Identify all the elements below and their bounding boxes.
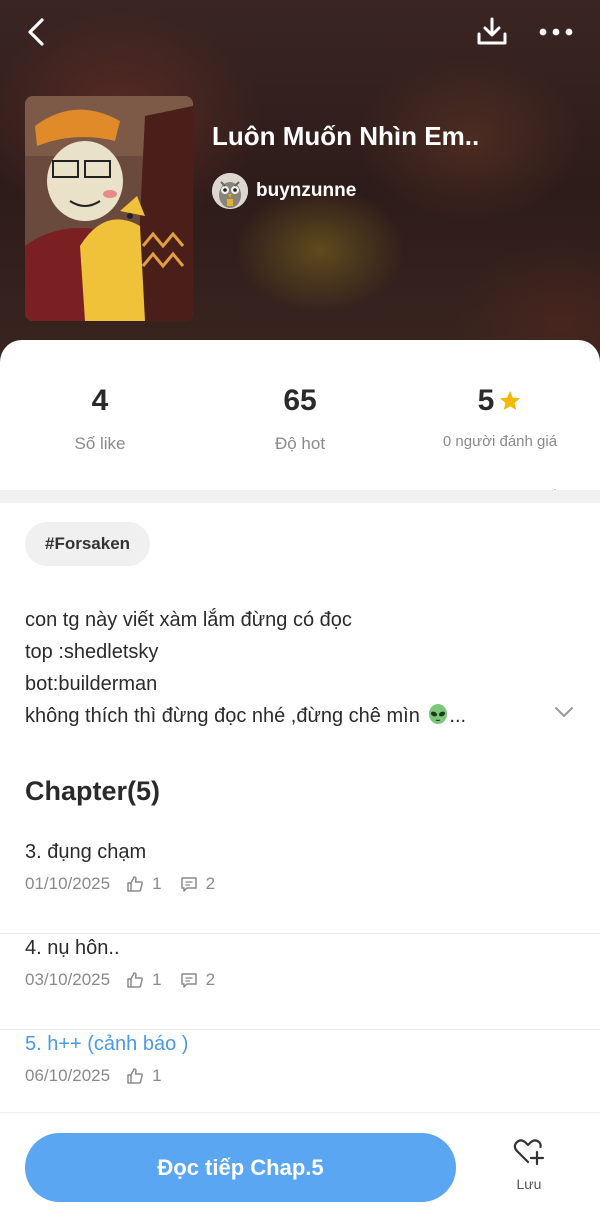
hot-stat: 65 Độ hot [200,380,400,454]
bottom-action-bar: Đọc tiếp Chap.5 Lưu [0,1112,600,1217]
thumbs-up-icon [127,1068,143,1084]
save-button[interactable]: Lưu [498,1137,560,1201]
back-button[interactable] [18,14,54,50]
comment-icon [180,877,197,892]
owl-avatar-icon [212,173,248,209]
rating-count-label: 0 người đánh giá [442,433,558,450]
alien-emoji-icon [427,703,449,735]
stats-row: 4 Số like 65 Độ hot 5 0 người đánh giá [0,380,600,501]
chapter-title: 4. nụ hôn.. [25,937,120,959]
chapter-meta: 01/10/2025 1 2 [25,872,215,896]
chapter-likes: 1 [126,1066,162,1086]
likes-stat: 4 Số like [0,380,200,454]
hot-count: 65 [283,384,317,417]
rating-value: 5 [477,384,495,417]
chapter-likes: 1 [126,874,162,894]
save-label: Lưu [516,1176,542,1192]
description-line-last: không thích thì đừng đọc nhé ,đừng chê m… [25,700,525,735]
thumbs-up-icon [127,972,143,988]
cover-image[interactable] [25,96,193,321]
story-description: con tg này viết xàm lắm đừng có đọc top … [25,604,525,735]
chapter-meta: 03/10/2025 1 2 [25,968,215,992]
chapter-like-count: 1 [152,874,162,893]
hero-header: Luôn Muốn Nhìn Em.. buynzunne [0,0,600,380]
chapter-date: 01/10/2025 [25,874,111,893]
rating-stat[interactable]: 5 0 người đánh giá [400,380,600,451]
likes-label: Số like [74,434,126,453]
chapter-list-heading: Chapter(5) [25,776,161,806]
chapter-title: 3. đụng chạm [25,841,147,863]
story-title: Luôn Muốn Nhìn Em.. [212,121,480,151]
section-divider [0,490,600,503]
chapter-date: 06/10/2025 [25,1066,111,1085]
heart-plus-icon [513,1139,545,1166]
rating-value-row: 5 [400,380,600,422]
chapter-like-count: 1 [152,1066,162,1085]
chapter-comments: 2 [180,874,215,894]
author-name: buynzunne [256,180,357,201]
hot-label: Độ hot [274,434,326,453]
thumbs-up-icon [127,876,143,892]
chapter-likes: 1 [126,970,162,990]
description-line: bot:builderman [25,673,158,695]
download-button[interactable] [472,12,512,52]
more-dots-icon [539,28,573,36]
description-ellipsis: ... [449,705,467,727]
cover-artwork [25,96,193,321]
download-icon [477,17,507,45]
description-line: top :shedletsky [25,641,159,663]
likes-count: 4 [91,384,109,417]
top-bar [0,0,600,66]
chapter-date: 03/10/2025 [25,970,111,989]
author-link[interactable]: buynzunne [212,172,356,210]
description-line-text: không thích thì đừng đọc nhé ,đừng chê m… [25,705,420,727]
expand-chevron-icon[interactable] [552,705,576,719]
chapter-like-count: 1 [152,970,162,989]
back-arrow-icon [28,18,44,46]
chapter-comment-count: 2 [205,874,216,893]
tag-chip[interactable]: #Forsaken [25,522,151,566]
chapter-item[interactable]: 4. nụ hôn.. 03/10/2025 1 2 [0,934,600,1030]
star-icon [498,389,522,413]
chapter-title: 5. h++ (cảnh báo ) [25,1033,189,1055]
description-line: con tg này viết xàm lắm đừng có đọc [25,609,352,631]
chapter-item[interactable]: 3. đụng chạm 01/10/2025 1 2 [0,838,600,934]
details-sheet: 4 Số like 65 Độ hot 5 0 người đánh giá #… [0,340,600,1217]
continue-reading-button[interactable]: Đọc tiếp Chap.5 [25,1133,456,1202]
chapter-meta: 06/10/2025 1 [25,1064,162,1088]
more-options-button[interactable] [534,14,578,50]
author-avatar [212,173,248,209]
chapter-comments: 2 [180,970,215,990]
comment-icon [180,973,197,988]
chapter-comment-count: 2 [205,970,216,989]
